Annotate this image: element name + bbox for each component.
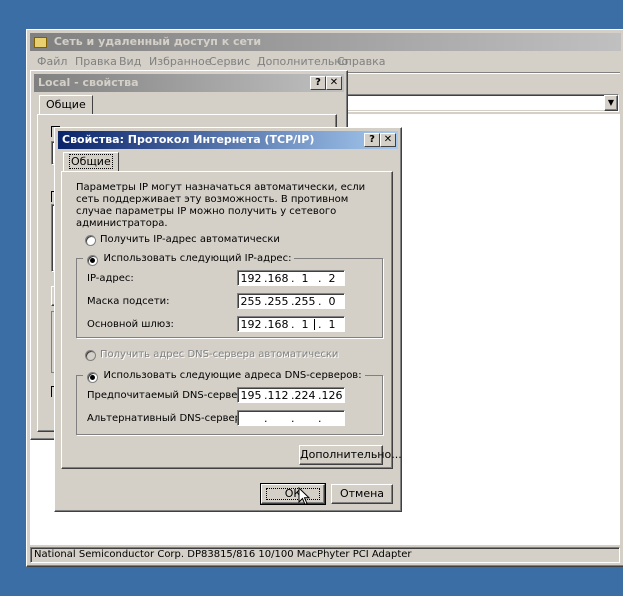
menu-bar: Файл Правка Вид Избранное Сервис Дополни… <box>31 53 621 71</box>
ip-octet-3: 1 <box>301 272 309 285</box>
auto-ip-label: Получить IP-адрес автоматически <box>100 234 280 245</box>
help-button[interactable]: ? <box>364 133 380 147</box>
tab-general[interactable]: Общие <box>63 152 119 172</box>
dns1-octet-3: 224 <box>294 389 316 402</box>
auto-dns-radio[interactable] <box>85 350 96 361</box>
dns2-separator: . <box>264 412 268 425</box>
preferred-dns-field[interactable]: 195 . 112 . 224 . 126 <box>237 387 345 403</box>
status-text: National Semiconductor Corp. DP83815/816… <box>34 549 412 560</box>
manual-ip-radio[interactable] <box>87 254 98 266</box>
gateway-field[interactable]: 192 . 168 . 1 . 1 <box>237 316 345 332</box>
gateway-octet-1: 192 <box>240 318 262 331</box>
manual-dns-radio[interactable] <box>87 371 98 383</box>
menu-favorites[interactable]: Избранное <box>149 53 211 71</box>
dns2-separator: . <box>291 412 295 425</box>
ip-octet-1: 192 <box>240 272 262 285</box>
gateway-octet-2: 168 <box>267 318 289 331</box>
address-dropdown-button[interactable]: ▼ <box>604 95 618 111</box>
address-combo[interactable]: ▼ <box>345 94 619 112</box>
mask-octet-1: 255 <box>240 295 262 308</box>
mask-octet-2: 255 <box>267 295 289 308</box>
menu-tools[interactable]: Сервис <box>209 53 250 71</box>
auto-ip-radio[interactable] <box>85 235 96 246</box>
ip-address-field[interactable]: 192 . 168 . 1 . 2 <box>237 270 345 286</box>
mask-octet-4: 0 <box>328 295 336 308</box>
manual-dns-groupbox <box>76 375 383 435</box>
menu-file[interactable]: Файл <box>37 53 67 71</box>
ip-octet-4: 2 <box>328 272 336 285</box>
alternate-dns-label: Альтернативный DNS-сервер: <box>87 413 245 424</box>
network-window-title: Сеть и удаленный доступ к сети <box>53 35 262 48</box>
status-bar: National Semiconductor Corp. DP83815/816… <box>30 547 620 563</box>
tab-general-label: Общие <box>69 154 113 169</box>
chevron-down-icon: ▼ <box>607 98 615 107</box>
manual-dns-group-title: Использовать следующие адреса DNS-сервер… <box>83 368 365 383</box>
ip-octet-2: 168 <box>267 272 289 285</box>
mask-octet-3: 255 <box>294 295 316 308</box>
cancel-button[interactable]: Отмена <box>331 484 393 504</box>
mouse-cursor-icon <box>298 487 311 506</box>
network-window-titlebar[interactable]: Сеть и удаленный доступ к сети <box>30 33 621 51</box>
tab-general-local[interactable]: Общие <box>39 95 93 114</box>
dns1-octet-2: 112 <box>267 389 289 402</box>
alternate-dns-field[interactable]: . . . <box>237 410 345 426</box>
close-button[interactable]: ✕ <box>380 133 396 147</box>
menu-edit[interactable]: Правка <box>75 53 117 71</box>
local-properties-title: Local - свойства <box>38 76 139 89</box>
subnet-mask-label: Маска подсети: <box>87 296 170 307</box>
manual-dns-label: Использовать следующие адреса DNS-сервер… <box>103 369 362 381</box>
tcpip-properties-dialog: Свойства: Протокол Интернета (TCP/IP) ? … <box>54 127 402 512</box>
dns2-separator: . <box>318 412 322 425</box>
dns1-octet-4: 126 <box>321 389 343 402</box>
tcpip-titlebar[interactable]: Свойства: Протокол Интернета (TCP/IP) ? … <box>58 131 398 149</box>
tcpip-title: Свойства: Протокол Интернета (TCP/IP) <box>62 133 315 146</box>
description-text: Параметры IP могут назначаться автоматич… <box>76 182 366 229</box>
close-button[interactable]: ✕ <box>326 76 342 90</box>
manual-ip-label: Использовать следующий IP-адрес: <box>103 252 292 264</box>
preferred-dns-label: Предпочитаемый DNS-сервер: <box>87 390 248 401</box>
ip-address-label: IP-адрес: <box>87 273 134 284</box>
dns1-octet-1: 195 <box>240 389 262 402</box>
local-properties-titlebar[interactable]: Local - свойства ? ✕ <box>34 74 344 92</box>
menu-help[interactable]: Справка <box>337 53 385 71</box>
subnet-mask-field[interactable]: 255 . 255 . 255 . 0 <box>237 293 345 309</box>
auto-dns-label: Получить адрес DNS-сервера автоматически <box>100 349 339 360</box>
help-button[interactable]: ? <box>310 76 326 90</box>
gateway-label: Основной шлюз: <box>87 319 174 330</box>
network-folder-icon <box>34 36 47 48</box>
advanced-button[interactable]: Дополнительно... <box>299 445 402 465</box>
text-cursor <box>314 319 315 330</box>
menu-advanced[interactable]: Дополнительно <box>257 53 348 71</box>
manual-ip-group-title: Использовать следующий IP-адрес: <box>83 251 295 266</box>
gateway-octet-4: 1 <box>328 318 336 331</box>
menu-view[interactable]: Вид <box>119 53 141 71</box>
ok-button[interactable]: ОК <box>260 483 326 505</box>
